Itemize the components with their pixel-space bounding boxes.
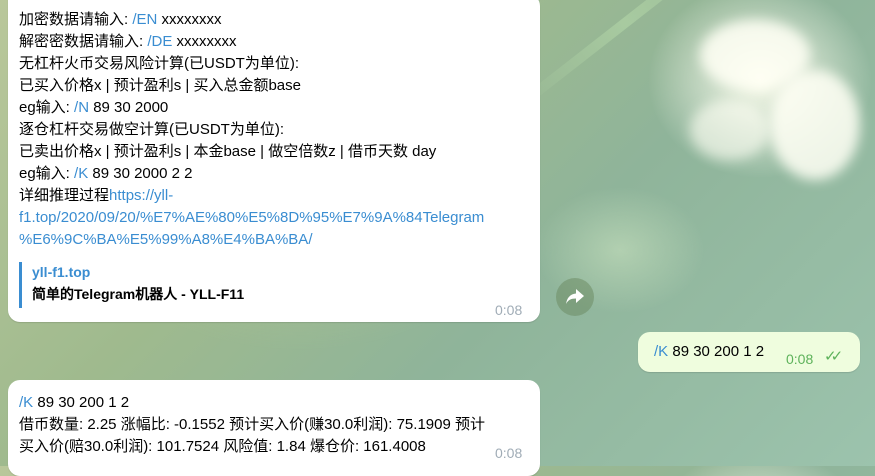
link-preview-site: yll-f1.top <box>32 264 91 280</box>
background-petal <box>690 100 770 160</box>
message-line: 加密数据请输入: /EN xxxxxxxx <box>19 11 222 28</box>
message-line: 解密密数据请输入: /DE xxxxxxxx <box>19 33 237 50</box>
message-line: eg输入: /K 89 30 2000 2 2 <box>19 165 193 182</box>
incoming-message-bubble[interactable]: /K 89 30 200 1 2 借币数量: 2.25 涨幅比: -0.1552… <box>8 380 540 476</box>
command-link[interactable]: /K <box>19 394 33 411</box>
message-line: 已买入价格x | 预计盈利s | 买入总金额base <box>19 77 301 94</box>
message-timestamp: 0:08 <box>786 351 814 367</box>
message-line: 借币数量: 2.25 涨幅比: -0.1552 预计买入价(赚30.0利润): … <box>19 416 485 433</box>
message-line: /K 89 30 200 1 2 <box>654 343 765 360</box>
message-line: /K 89 30 200 1 2 <box>19 394 130 411</box>
command-link[interactable]: /N <box>74 99 89 116</box>
outgoing-message-bubble[interactable]: /K 89 30 200 1 2 0:08 ✓✓ <box>638 332 860 372</box>
message-timestamp: 0:08 <box>495 445 523 461</box>
message-line: eg输入: /N 89 30 2000 <box>19 99 169 116</box>
command-link[interactable]: /DE <box>147 33 172 50</box>
link-preview-title: 简单的Telegram机器人 - YLL-F11 <box>32 286 245 302</box>
double-check-icon: ✓✓ <box>824 348 843 365</box>
incoming-message-bubble[interactable]: 加密数据请输入: /EN xxxxxxxx 解密密数据请输入: /DE xxxx… <box>8 0 540 322</box>
message-line: 买入价(赔30.0利润): 101.7524 风险值: 1.84 爆仓价: 16… <box>19 438 426 455</box>
share-button[interactable] <box>556 278 594 316</box>
background-petal <box>770 70 860 180</box>
command-link[interactable]: /EN <box>132 11 157 28</box>
link-preview[interactable]: yll-f1.top 简单的Telegram机器人 - YLL-F11 <box>19 262 244 308</box>
url-link[interactable]: f1.top/2020/09/20/%E7%AE%80%E5%8D%95%E7%… <box>19 207 484 229</box>
message-line: 逐仓杠杆交易做空计算(已USDT为单位): <box>19 121 284 138</box>
command-link[interactable]: /K <box>74 165 88 182</box>
message-line: 已卖出价格x | 预计盈利s | 本金base | 做空倍数z | 借币天数 d… <box>19 143 437 160</box>
message-line: 无杠杆火币交易风险计算(已USDT为单位): <box>19 55 299 72</box>
url-link[interactable]: %E6%9C%BA%E5%99%A8%E4%BA%BA/ <box>19 229 312 251</box>
command-link[interactable]: /K <box>654 343 668 360</box>
share-arrow-icon <box>566 289 584 304</box>
message-line: 详细推理过程https://yll- <box>19 187 174 204</box>
url-link[interactable]: https://yll- <box>109 187 173 204</box>
message-timestamp: 0:08 <box>495 302 523 318</box>
